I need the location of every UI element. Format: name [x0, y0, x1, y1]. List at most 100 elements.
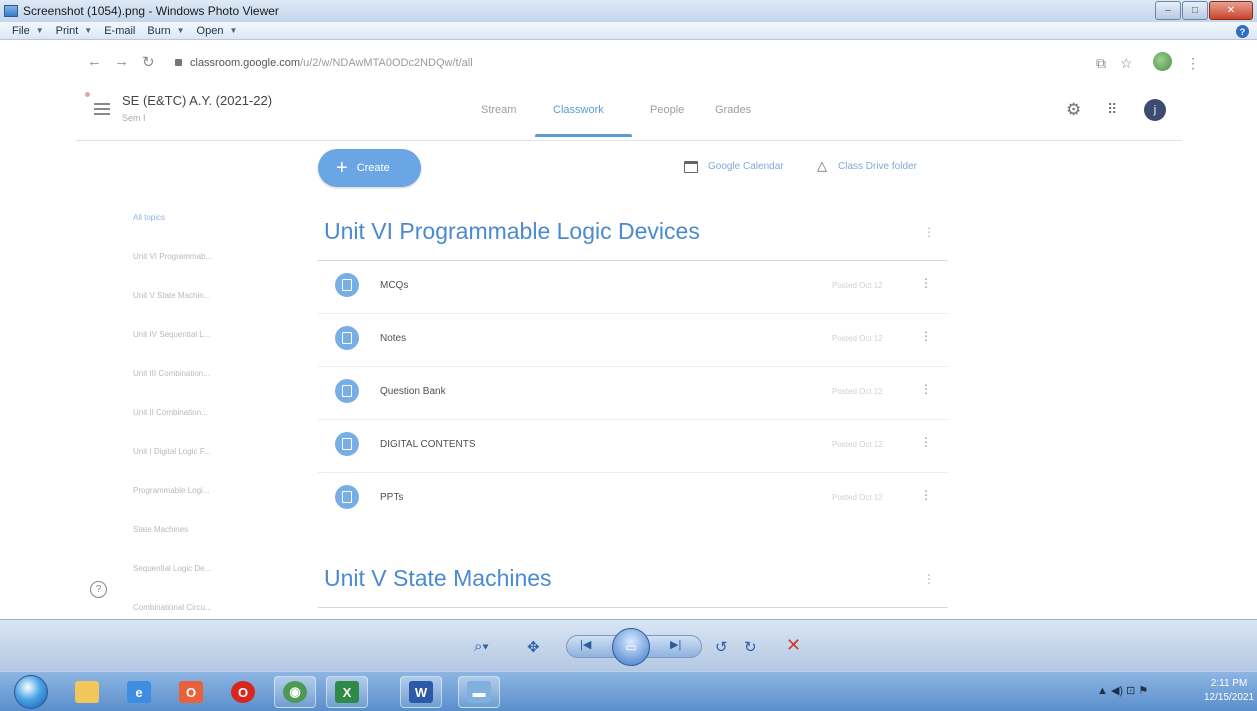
gear-icon[interactable]: ⚙: [1066, 100, 1081, 120]
create-button[interactable]: + Create: [318, 149, 421, 187]
next-icon[interactable]: ▶|: [670, 638, 681, 651]
menu-burn[interactable]: Burn ▼: [147, 25, 184, 37]
class-subtitle: Sem I: [122, 113, 146, 123]
section-more-icon[interactable]: ⋮: [923, 225, 935, 239]
profile-extension-icon[interactable]: [1153, 52, 1172, 71]
tab-grades[interactable]: Grades: [715, 104, 751, 116]
menu-file[interactable]: File ▼: [12, 25, 44, 37]
taskbar-chrome[interactable]: ◉: [274, 676, 316, 708]
url-host: classroom.google.com: [190, 57, 301, 69]
apps-grid-icon[interactable]: ⠿: [1107, 101, 1117, 118]
material-icon: [335, 273, 359, 297]
topic-item[interactable]: Unit IV Sequential L...: [133, 330, 273, 369]
hamburger-menu-icon[interactable]: [94, 103, 110, 115]
google-calendar-link[interactable]: Google Calendar: [708, 161, 784, 172]
section-more-icon[interactable]: ⋮: [923, 572, 935, 586]
more-options-icon[interactable]: ⋮: [920, 435, 932, 449]
more-options-icon[interactable]: ⋮: [920, 276, 932, 290]
topic-item[interactable]: Programmable Logi...: [133, 486, 273, 525]
taskbar-office[interactable]: O: [170, 676, 212, 708]
taskbar-word[interactable]: W: [400, 676, 442, 708]
class-title[interactable]: SE (E&TC) A.Y. (2021-22): [122, 93, 272, 108]
topic-item[interactable]: Sequential Logic De...: [133, 564, 273, 603]
help-icon[interactable]: ?: [90, 581, 107, 598]
taskbar-internet-explorer[interactable]: e: [118, 676, 160, 708]
back-arrow-icon[interactable]: ←: [87, 53, 102, 70]
slideshow-button[interactable]: ▭: [612, 628, 650, 666]
material-row[interactable]: MCQs Posted Oct 12 ⋮: [318, 261, 948, 314]
install-app-icon[interactable]: ⧉: [1096, 55, 1106, 72]
material-row[interactable]: PPTs Posted Oct 12 ⋮: [318, 473, 948, 526]
system-tray-icons[interactable]: ▲ ◀) ⊡ ⚑: [1097, 684, 1148, 697]
plus-icon: +: [336, 157, 348, 179]
chevron-down-icon: ▼: [176, 26, 185, 35]
material-icon: [335, 326, 359, 350]
material-row[interactable]: Question Bank Posted Oct 12 ⋮: [318, 367, 948, 420]
menu-open[interactable]: Open ▼: [197, 25, 238, 37]
delete-icon[interactable]: ✕: [786, 635, 801, 656]
topic-item[interactable]: Unit V State Machin...: [133, 291, 273, 330]
maximize-button[interactable]: □: [1182, 1, 1208, 20]
more-options-icon[interactable]: ⋮: [920, 382, 932, 396]
rotate-counterclockwise-icon[interactable]: ↺: [715, 638, 728, 656]
menu-email[interactable]: E-mail: [104, 25, 135, 37]
topic-item[interactable]: Combinational Circu...: [133, 603, 273, 619]
start-button[interactable]: [14, 675, 48, 709]
taskbar-file-explorer[interactable]: [66, 676, 108, 708]
taskbar-opera[interactable]: O: [222, 676, 264, 708]
close-button[interactable]: ✕: [1209, 1, 1253, 20]
material-icon: [335, 485, 359, 509]
section-divider: [318, 607, 948, 608]
material-row[interactable]: Notes Posted Oct 12 ⋮: [318, 314, 948, 367]
star-icon[interactable]: ☆: [1120, 55, 1133, 72]
reload-icon[interactable]: ↻: [142, 53, 155, 71]
actual-size-icon[interactable]: ✥: [527, 638, 540, 656]
section-title[interactable]: Unit V State Machines: [324, 565, 552, 592]
photo-viewer-app-icon: [4, 5, 18, 17]
topic-item[interactable]: Unit III Combination...: [133, 369, 273, 408]
tab-stream[interactable]: Stream: [481, 104, 516, 116]
topic-item-all[interactable]: All topics: [133, 213, 273, 252]
material-title: Question Bank: [380, 386, 446, 397]
tab-people[interactable]: People: [650, 104, 684, 116]
taskbar-photo-viewer[interactable]: ▬: [458, 676, 500, 708]
class-drive-folder-link[interactable]: Class Drive folder: [838, 161, 917, 172]
section-title[interactable]: Unit VI Programmable Logic Devices: [324, 218, 700, 245]
topic-item[interactable]: Unit VI Programmab...: [133, 252, 273, 291]
help-icon[interactable]: ?: [1236, 25, 1249, 38]
avatar[interactable]: j: [1144, 99, 1166, 121]
forward-arrow-icon[interactable]: →: [114, 53, 129, 70]
zoom-icon[interactable]: ⌕▾: [474, 638, 489, 655]
browser-toolbar: ← → ↻ classroom.google.com/u/2/w/NDAwMTA…: [0, 41, 1257, 83]
create-button-label: Create: [356, 162, 390, 174]
material-title: Notes: [380, 333, 407, 344]
material-date: Posted Oct 12: [832, 387, 883, 396]
calendar-icon[interactable]: [684, 161, 698, 173]
system-clock[interactable]: 2:11 PM 12/15/2021: [1204, 677, 1254, 705]
kebab-menu-icon[interactable]: ⋮: [1186, 55, 1200, 72]
topic-item[interactable]: State Machines: [133, 525, 273, 564]
minimize-button[interactable]: –: [1155, 1, 1181, 20]
photo-viewer-toolbar: ⌕▾ ✥ |◀ ▭ ▶| ↺ ↻ ✕: [0, 619, 1257, 671]
classwork-page: + Create Google Calendar △ Class Drive f…: [76, 141, 1182, 619]
tab-classwork[interactable]: Classwork: [553, 104, 604, 116]
topic-item[interactable]: Unit II Combination...: [133, 408, 273, 447]
chevron-down-icon: ▼: [84, 26, 93, 35]
menu-file-label: File: [12, 24, 30, 37]
drive-icon[interactable]: △: [817, 158, 827, 174]
chevron-down-icon: ▼: [35, 26, 44, 35]
chevron-down-icon: ▼: [229, 26, 238, 35]
material-row[interactable]: DIGITAL CONTENTS Posted Oct 12 ⋮: [318, 420, 948, 473]
more-options-icon[interactable]: ⋮: [920, 488, 932, 502]
taskbar-excel[interactable]: X: [326, 676, 368, 708]
menu-print[interactable]: Print ▼: [56, 25, 93, 37]
word-icon: W: [409, 681, 433, 703]
more-options-icon[interactable]: ⋮: [920, 329, 932, 343]
rotate-clockwise-icon[interactable]: ↻: [744, 638, 757, 656]
previous-icon[interactable]: |◀: [580, 638, 591, 651]
topic-item[interactable]: Unit I Digital Logic F...: [133, 447, 273, 486]
excel-icon: X: [335, 681, 359, 703]
address-bar[interactable]: classroom.google.com/u/2/w/NDAwMTA0ODc2N…: [190, 57, 473, 69]
material-date: Posted Oct 12: [832, 440, 883, 449]
window-controls: – □ ✕: [1154, 1, 1253, 20]
